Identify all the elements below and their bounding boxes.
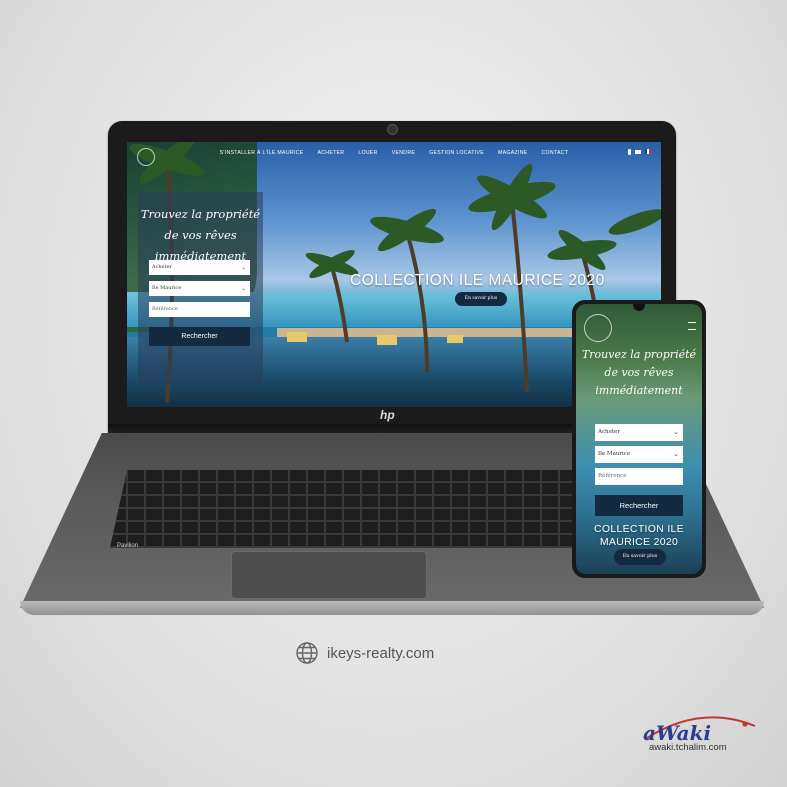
phone-icon[interactable] [628,149,631,155]
globe-icon [296,642,318,664]
reference-input[interactable]: Référence [149,302,250,317]
touchpad [231,551,427,599]
hp-logo: hp [380,408,395,422]
laptop-base-edge [20,601,764,615]
hamburger-menu-icon[interactable] [688,322,696,330]
hero-title: COLLECTION ILE MAURICE 2020 [350,272,605,289]
website-url: ikeys-realty.com [295,641,434,665]
location-select-value: Ile Maurice [152,285,182,291]
chevron-down-icon: ⌄ [240,285,246,292]
phone-learn-more-button[interactable]: En savoir plus [614,549,666,565]
chevron-down-icon: ⌄ [673,428,679,436]
nav-item-acheter[interactable]: ACHETER [317,150,344,156]
transaction-select-value: Acheter [152,264,172,270]
nav-item-magazine[interactable]: MAGAZINE [498,150,528,156]
location-select[interactable]: Ile Maurice ⌄ [149,281,250,296]
awaki-url[interactable]: awaki.tchalim.com [649,742,727,753]
webcam [387,124,398,135]
model-label: Pavilion [117,543,139,549]
learn-more-button[interactable]: En savoir plus [455,292,507,306]
reference-input-placeholder: Référence [152,306,178,312]
chevron-down-icon: ⌄ [240,264,246,271]
phone-transaction-select[interactable]: Acheter ⌄ [595,424,683,441]
chevron-down-icon: ⌄ [673,450,679,458]
phone-location-select[interactable]: Ile Maurice ⌄ [595,446,683,463]
search-panel-title: Trouvez la propriété de vos rêves immédi… [140,207,261,263]
nav-item-vendre[interactable]: VENDRE [392,150,415,156]
phone-screen: Trouvez la propriété de vos rêves immédi… [576,304,702,574]
website-url-text[interactable]: ikeys-realty.com [327,645,434,662]
mail-icon[interactable] [635,150,641,154]
phone-search-button[interactable]: Rechercher [595,495,683,516]
site-logo[interactable] [584,314,612,342]
search-button[interactable]: Rechercher [149,327,250,346]
nav-item-gestion-locative[interactable]: GESTION LOCATIVE [429,150,484,156]
nav-item-contact[interactable]: CONTACT [542,150,569,156]
phone-location-select-value: Ile Maurice [598,451,631,457]
nav-item-installer[interactable]: S'INSTALLER À L'ÎLE MAURICE [220,150,304,156]
nav-item-louer[interactable]: LOUER [358,150,377,156]
site-logo[interactable] [137,148,155,166]
french-flag-icon[interactable] [645,149,651,154]
awaki-credit: aWaki awaki.tchalim.com [641,712,761,761]
phone-transaction-select-value: Acheter [598,429,620,435]
nav-icons [628,149,651,155]
phone-reference-input[interactable]: Référence [595,468,683,485]
phone-hero-title: COLLECTION ILE MAURICE 2020 [594,523,684,548]
top-navigation: S'INSTALLER À L'ÎLE MAURICE ACHETER LOUE… [127,142,661,164]
transaction-select[interactable]: Acheter ⌄ [149,260,250,275]
phone-reference-input-placeholder: Référence [598,473,627,479]
phone-search-title: Trouvez la propriété de vos rêves immédi… [581,348,697,397]
search-panel: Trouvez la propriété de vos rêves immédi… [138,192,263,385]
